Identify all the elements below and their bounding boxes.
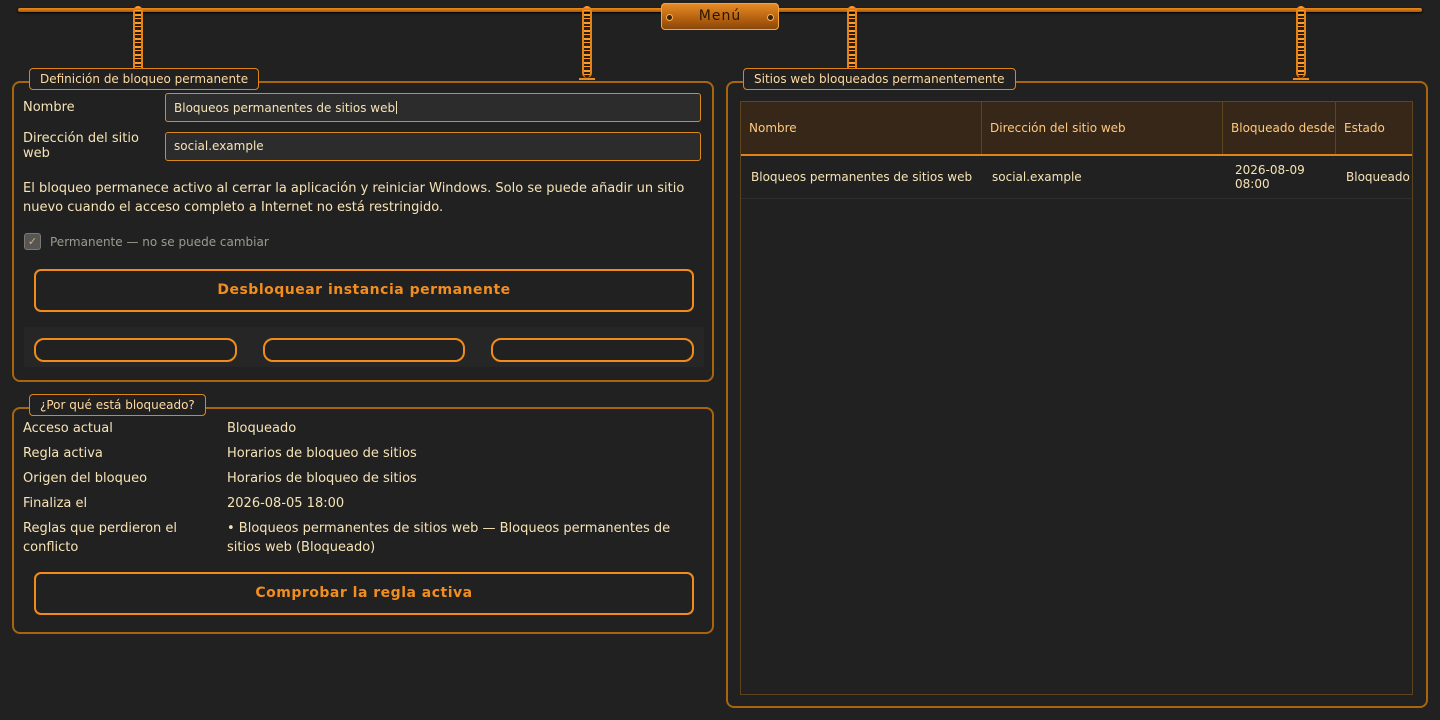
reason-row: Finaliza el 2026-08-05 18:00 (23, 494, 703, 513)
column-header-blocked-since[interactable]: Bloqueado desde (1223, 102, 1336, 154)
reason-key: Reglas que perdieron el conflicto (23, 521, 178, 555)
column-header-status[interactable]: Estado (1336, 102, 1412, 154)
reason-row: Acceso actual Bloqueado (23, 419, 703, 438)
address-input-value: social.example (174, 139, 264, 153)
reason-value: Horarios de bloqueo de sitios (227, 446, 417, 461)
table-cell: social.example (992, 170, 1082, 184)
reason-value: • Bloqueos permanentes de sitios web — B… (227, 521, 671, 555)
text-caret (396, 101, 398, 114)
check-active-rule-button-label: Comprobar la regla activa (255, 585, 473, 601)
chain-decoration (1293, 6, 1309, 80)
reason-value: Horarios de bloqueo de sitios (227, 471, 417, 486)
table-cell: Bloqueado (1346, 170, 1410, 184)
reason-key: Origen del bloqueo (23, 471, 148, 486)
reason-key: Finaliza el (23, 496, 88, 511)
table-row[interactable]: Bloqueos permanentes de sitios web socia… (741, 156, 1412, 199)
blocked-sites-title: Sitios web bloqueados permanentemente (743, 68, 1016, 90)
reason-value: Bloqueado (227, 421, 297, 436)
checkmark-icon: ✓ (24, 233, 41, 250)
blocked-sites-groupbox: Sitios web bloqueados permanentemente No… (726, 68, 1428, 708)
table-cell: 2026-08-09 08:00 (1235, 163, 1305, 191)
column-header-name[interactable]: Nombre (741, 102, 982, 154)
table-header: Nombre Dirección del sitio web Bloqueado… (741, 102, 1412, 156)
reason-row: Origen del bloqueo Horarios de bloqueo d… (23, 469, 703, 488)
chain-decoration (579, 6, 595, 80)
info-text: El bloqueo permanece activo al cerrar la… (23, 181, 685, 215)
name-row: Nombre Bloqueos permanentes de sitios we… (23, 93, 701, 122)
address-label: Dirección del sitio web (23, 131, 139, 161)
rivet-icon (767, 14, 774, 21)
unblock-permanent-button[interactable]: Desbloquear instancia permanente (34, 269, 694, 312)
name-label: Nombre (23, 100, 75, 115)
permanent-checkbox-label: Permanente — no se puede cambiar (50, 234, 269, 249)
menu-button[interactable]: Menú (661, 3, 779, 30)
small-action-button[interactable] (34, 338, 237, 362)
name-input[interactable]: Bloqueos permanentes de sitios web (165, 93, 701, 122)
definition-title: Definición de bloqueo permanente (29, 68, 260, 90)
address-row: Dirección del sitio web social.example (23, 131, 701, 161)
reason-key: Acceso actual (23, 421, 113, 436)
reason-row: Regla activa Horarios de bloqueo de siti… (23, 444, 703, 463)
definition-groupbox: Definición de bloqueo permanente Nombre … (12, 68, 714, 382)
reason-value: 2026-08-05 18:00 (227, 496, 345, 511)
column-header-address[interactable]: Dirección del sitio web (982, 102, 1223, 154)
reason-key: Regla activa (23, 446, 103, 461)
check-active-rule-button[interactable]: Comprobar la regla activa (34, 572, 694, 615)
name-input-value: Bloqueos permanentes de sitios web (174, 100, 396, 115)
menu-button-label: Menú (698, 8, 742, 24)
permanent-checkbox[interactable]: ✓ Permanente — no se puede cambiar (24, 233, 269, 250)
reason-groupbox: ¿Por qué está bloqueado? Acceso actual B… (12, 394, 714, 634)
unblock-permanent-button-label: Desbloquear instancia permanente (217, 282, 511, 298)
table-cell: Bloqueos permanentes de sitios web (751, 170, 973, 184)
small-action-button[interactable] (491, 338, 694, 362)
reason-row: Reglas que perdieron el conflicto • Bloq… (23, 519, 703, 557)
small-action-button[interactable] (263, 338, 465, 362)
rivet-icon (666, 14, 673, 21)
reason-title: ¿Por qué está bloqueado? (29, 394, 206, 416)
blocked-sites-table: Nombre Dirección del sitio web Bloqueado… (740, 101, 1413, 695)
address-input[interactable]: social.example (165, 131, 701, 161)
